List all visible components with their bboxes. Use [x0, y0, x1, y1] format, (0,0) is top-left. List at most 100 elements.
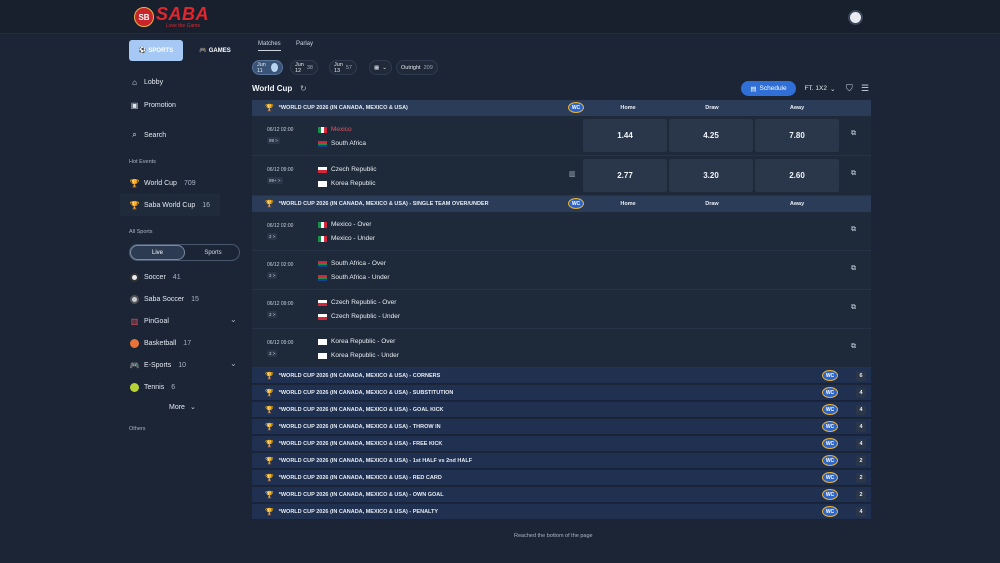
market-select[interactable]: FT. 1X2 ⌄ [799, 81, 841, 96]
tab-parlay[interactable]: Parlay [296, 41, 313, 47]
tab-matches[interactable]: Matches [258, 41, 281, 51]
hot-event-saba-world-cup[interactable]: 🏆 Saba World Cup 16 [130, 196, 211, 214]
away-team-name: South Africa [331, 140, 367, 147]
more-button[interactable]: More ⌄ [169, 398, 196, 416]
wc-badge-icon: WC [822, 472, 838, 483]
sport-tennis[interactable]: Tennis 6 [130, 378, 175, 396]
wc-badge-icon: WC [822, 421, 838, 432]
match-row[interactable]: 06/12 09:00 2 > Korea Republic - Over Ko… [252, 329, 871, 368]
more-markets-badge[interactable]: 2 > [267, 311, 278, 318]
live-toggle[interactable]: Live [130, 245, 185, 260]
match-row[interactable]: 06/12 02:00 2 > Mexico - Over Mexico - U… [252, 212, 871, 251]
sidebar-item-lobby[interactable]: ⌂ Lobby [130, 73, 163, 91]
date-pill-jun11[interactable]: Jun 11 [252, 60, 283, 75]
sub-market-row[interactable]: 🏆 *WORLD CUP 2026 (IN CANADA, MEXICO & U… [252, 385, 871, 401]
sport-pingoal[interactable]: ▥ PinGoal [130, 312, 169, 330]
wc-badge-icon: WC [822, 404, 838, 415]
trophy-icon: 🏆 [265, 440, 274, 448]
league-header[interactable]: 🏆 *WORLD CUP 2026 (IN CANADA, MEXICO & U… [252, 196, 871, 212]
chevron-down-icon[interactable]: ⌄ [230, 359, 237, 368]
odds-draw[interactable]: 4.25 [669, 119, 753, 152]
odds-home[interactable]: 2.77 [583, 159, 667, 192]
odds-draw[interactable]: 3.20 [669, 159, 753, 192]
south-africa-flag-icon [318, 140, 327, 147]
sports-toggle[interactable]: Sports [186, 245, 240, 260]
expand-icon[interactable]: ⧉ [851, 304, 856, 312]
sidebar-item-search[interactable]: ⌕ Search [130, 126, 166, 144]
logo-mark: SB [134, 7, 154, 27]
sport-count: 15 [191, 295, 199, 303]
sport-basketball[interactable]: Basketball 17 [130, 334, 191, 352]
sports-button[interactable]: ⚽ SPORTS [129, 40, 183, 61]
games-button[interactable]: 🎮 GAMES [188, 40, 242, 61]
match-row[interactable]: 06/12 02:00 99 > Mexico South Africa 1.4… [252, 116, 871, 156]
sub-market-row[interactable]: 🏆 *WORLD CUP 2026 (IN CANADA, MEXICO & U… [252, 470, 871, 486]
trophy-icon: 🏆 [265, 201, 274, 208]
home-team: Czech Republic [318, 166, 377, 173]
schedule-button[interactable]: ▤ Schedule [741, 81, 796, 96]
odds-away[interactable]: 2.60 [755, 159, 839, 192]
sub-market-row[interactable]: 🏆 *WORLD CUP 2026 (IN CANADA, MEXICO & U… [252, 453, 871, 469]
sub-market-row[interactable]: 🏆 *WORLD CUP 2026 (IN CANADA, MEXICO & U… [252, 487, 871, 503]
chevron-down-icon: ⌄ [829, 85, 836, 93]
czech-flag-icon [318, 313, 327, 320]
hot-event-world-cup[interactable]: 🏆 World Cup 709 [130, 174, 196, 192]
sidebar-item-label: Lobby [144, 78, 164, 86]
home-team: South Africa - Over [318, 260, 386, 267]
basketball-icon [130, 338, 139, 348]
more-markets-badge[interactable]: 2 > [267, 350, 278, 357]
sub-market-row[interactable]: 🏆 *WORLD CUP 2026 (IN CANADA, MEXICO & U… [252, 504, 871, 520]
odds-away[interactable]: 7.80 [755, 119, 839, 152]
list-view-icon[interactable]: ☰ [861, 83, 869, 94]
more-markets-badge[interactable]: 99+ > [267, 177, 283, 184]
sidebar: ⚽ SPORTS 🎮 GAMES ⌂ Lobby ▣ Promotion ⌕ S… [120, 34, 248, 563]
sport-saba-soccer[interactable]: Saba Soccer 15 [130, 290, 199, 308]
date-count: 209 [423, 64, 433, 71]
expand-icon[interactable]: ⧉ [851, 343, 856, 351]
date-pill-jun12[interactable]: Jun 12 38 [290, 60, 318, 75]
chevron-down-icon[interactable]: ⌄ [230, 315, 237, 324]
expand-icon[interactable]: ⧉ [851, 226, 856, 234]
match-row[interactable]: 06/12 02:00 2 > South Africa - Over Sout… [252, 251, 871, 290]
date-pill-outright[interactable]: Outright 209 [396, 60, 438, 75]
saba-logo[interactable]: SB SABA Love the Game [134, 5, 209, 29]
section-title: World Cup [252, 84, 293, 93]
expand-icon[interactable]: ⧉ [851, 265, 856, 273]
refresh-icon[interactable]: ↻ [300, 84, 307, 93]
more-markets-badge[interactable]: 99 > [267, 137, 280, 144]
trophy-icon: 🏆 [265, 508, 274, 516]
date-label: Jun 11 [257, 61, 266, 74]
sub-market-row[interactable]: 🏆 *WORLD CUP 2026 (IN CANADA, MEXICO & U… [252, 368, 871, 384]
sub-market-count: 4 [856, 439, 866, 449]
stats-icon[interactable]: ▥ [569, 170, 576, 178]
sub-market-row[interactable]: 🏆 *WORLD CUP 2026 (IN CANADA, MEXICO & U… [252, 436, 871, 452]
top-bar: SB SABA Love the Game [0, 0, 1000, 34]
trophy-icon: 🏆 [129, 178, 140, 188]
sub-market-title: *WORLD CUP 2026 (IN CANADA, MEXICO & USA… [278, 423, 441, 430]
away-team: Czech Republic - Under [318, 313, 400, 320]
league-header[interactable]: 🏆 *WORLD CUP 2026 (IN CANADA, MEXICO & U… [252, 100, 871, 116]
trophy-icon: 🏆 [265, 423, 274, 431]
expand-icon[interactable]: ⧉ [851, 130, 856, 138]
calendar-button[interactable]: ▦ ⌄ [369, 60, 392, 75]
sub-market-row[interactable]: 🏆 *WORLD CUP 2026 (IN CANADA, MEXICO & U… [252, 419, 871, 435]
filter-icon[interactable]: ⛉ [846, 83, 853, 94]
column-away: Away [789, 201, 805, 207]
sub-market-title: *WORLD CUP 2026 (IN CANADA, MEXICO & USA… [278, 389, 454, 396]
wc-badge-icon: WC [822, 438, 838, 449]
sidebar-item-label: Promotion [144, 101, 176, 109]
market-select-label: FT. 1X2 [804, 85, 827, 92]
sport-soccer[interactable]: Soccer 41 [130, 268, 181, 286]
sidebar-item-promotion[interactable]: ▣ Promotion [130, 96, 176, 114]
more-markets-badge[interactable]: 2 > [267, 233, 278, 240]
expand-icon[interactable]: ⧉ [851, 170, 856, 178]
odds-home[interactable]: 1.44 [583, 119, 667, 152]
match-row[interactable]: 06/12 09:00 99+ > Czech Republic Korea R… [252, 156, 871, 196]
more-markets-badge[interactable]: 2 > [267, 272, 278, 279]
date-pill-jun13[interactable]: Jun 13 57 [329, 60, 357, 75]
sport-count: 10 [178, 361, 187, 369]
user-avatar[interactable] [848, 10, 863, 25]
match-row[interactable]: 06/12 09:00 2 > Czech Republic - Over Cz… [252, 290, 871, 329]
sport-esports[interactable]: 🎮 E-Sports 10 [130, 356, 187, 374]
sub-market-row[interactable]: 🏆 *WORLD CUP 2026 (IN CANADA, MEXICO & U… [252, 402, 871, 418]
